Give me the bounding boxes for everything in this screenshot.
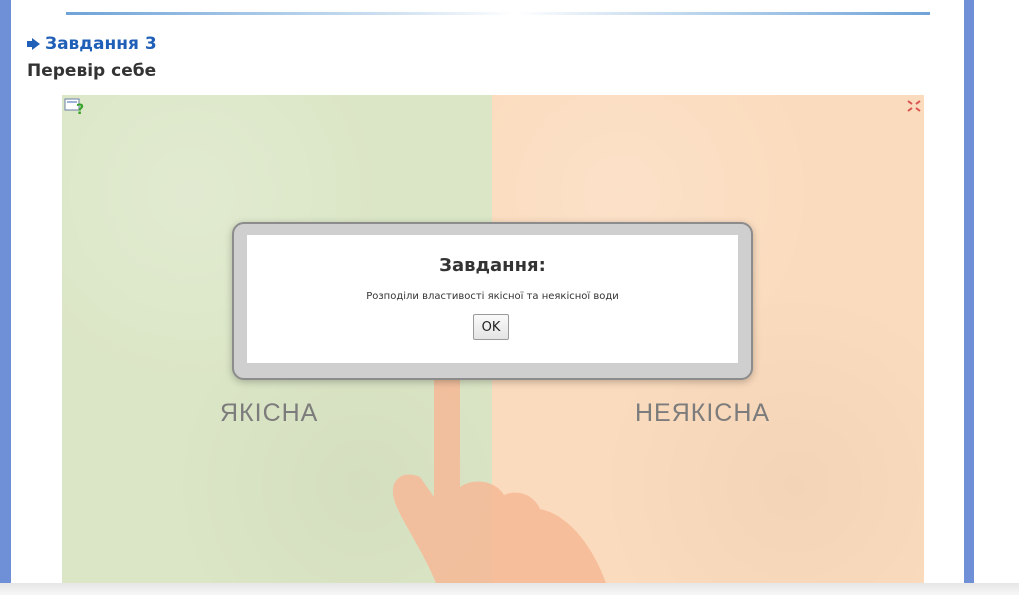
task-dialog-body: Завдання: Розподіли властивості якісної …	[247, 235, 738, 363]
left-frame-bar	[0, 0, 11, 583]
help-icon[interactable]: ?	[64, 97, 86, 115]
category-label-nonquality: НЕЯКІСНА	[635, 399, 771, 427]
category-label-quality: ЯКІСНА	[220, 399, 319, 427]
pointing-hand-icon	[392, 375, 606, 583]
learning-app-game[interactable]: ЯКІСНА НЕЯКІСНА ? Завдання: Розподіли вл…	[62, 95, 924, 583]
task-title: Завдання 3	[45, 34, 157, 54]
right-frame-bar	[964, 0, 974, 583]
dialog-title: Завдання:	[439, 255, 546, 276]
task-subtitle: Перевір себе	[27, 61, 157, 81]
task-dialog: Завдання: Розподіли властивості якісної …	[232, 222, 753, 380]
dialog-text: Розподіли властивості якісної та неякісн…	[366, 291, 619, 302]
fullscreen-icon[interactable]	[907, 100, 921, 112]
bottom-shade	[0, 583, 1019, 595]
ok-button[interactable]: OK	[473, 314, 509, 340]
svg-text:?: ?	[76, 102, 84, 115]
top-divider	[66, 12, 930, 15]
task-heading: Завдання 3	[27, 33, 157, 55]
arrow-right-icon	[27, 38, 40, 50]
